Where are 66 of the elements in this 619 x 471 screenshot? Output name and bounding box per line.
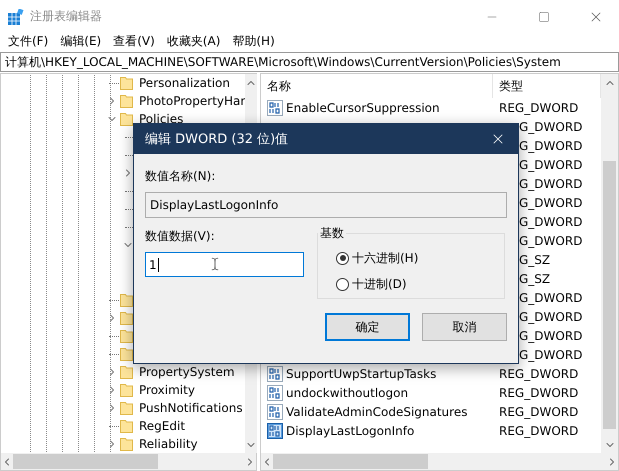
dialog-button[interactable]: 取消 xyxy=(422,313,507,341)
value-type: REG_DWORD xyxy=(499,424,578,438)
radio-label: 十六进制(H) xyxy=(352,250,418,266)
value-type: G_DWORD xyxy=(518,214,582,228)
value-type: G_DWORD xyxy=(518,348,582,362)
value-name[interactable]: DisplayLastLogonInfo xyxy=(286,424,414,438)
value-type: REG_DWORD xyxy=(499,366,578,380)
column-header[interactable]: 名称 xyxy=(261,74,493,98)
tree-item[interactable]: Proximity xyxy=(139,383,195,397)
value-type: REG_DWORD xyxy=(499,100,578,114)
value-type: G_DWORD xyxy=(518,158,582,172)
field-label: 数值名称(N): xyxy=(145,168,216,184)
menu-item[interactable]: 查看(V) xyxy=(107,33,161,50)
value-type: G_DWORD xyxy=(518,328,582,342)
tree-item[interactable]: Personalization xyxy=(139,76,230,90)
value-type: G_DWORD xyxy=(518,196,582,210)
folder-icon xyxy=(120,94,133,108)
value-name[interactable]: SupportUwpStartupTasks xyxy=(286,366,436,380)
scrollbar-thumb[interactable] xyxy=(273,454,428,469)
value-name-field[interactable]: DisplayLastLogonInfo xyxy=(145,192,507,218)
maximize-icon[interactable] xyxy=(538,10,550,22)
tree-item[interactable]: RegEdit xyxy=(139,419,186,433)
value-type: G_DWORD xyxy=(518,176,582,190)
tree-item[interactable]: PushNotifications xyxy=(139,401,243,415)
value-data-field[interactable]: 1 xyxy=(145,252,304,277)
radio-button[interactable] xyxy=(336,252,349,264)
value-type: REG_DWORD xyxy=(499,386,578,400)
scrollbar-thumb[interactable] xyxy=(13,454,158,469)
folder-icon xyxy=(120,419,133,433)
menu-item[interactable]: 文件(F) xyxy=(2,33,54,50)
menu-item[interactable]: 帮助(H) xyxy=(226,33,281,50)
folder-icon xyxy=(120,76,133,90)
folder-icon xyxy=(120,401,133,415)
tree-connector xyxy=(109,82,119,84)
value-type: G_SZ xyxy=(518,252,550,266)
value-name[interactable]: EnableCursorSuppression xyxy=(286,100,440,114)
folder-icon xyxy=(120,365,133,379)
value-name[interactable]: ValidateAdminCodeSignatures xyxy=(286,404,468,418)
menu-item[interactable]: 收藏夹(A) xyxy=(160,33,226,50)
value-type: G_DWORD xyxy=(518,120,582,134)
radio-option[interactable]: 十进制(D) xyxy=(336,274,504,294)
tree-item[interactable]: PhotoPropertyHar xyxy=(139,94,246,108)
app-icon xyxy=(8,8,24,24)
folder-icon xyxy=(120,112,133,126)
menu-item[interactable]: 编辑(E) xyxy=(54,33,108,50)
value-type: REG_DWORD xyxy=(499,404,578,418)
tree-item[interactable]: PropertySystem xyxy=(139,365,235,379)
tree-item[interactable]: Reliability xyxy=(139,437,198,451)
folder-icon xyxy=(120,383,133,397)
address-field[interactable]: 计算机\HKEY_LOCAL_MACHINE\SOFTWARE\Microsoft\Windows\CurrentVersion\Policies\System xyxy=(0,52,619,72)
value-type: G_SZ xyxy=(518,272,550,286)
value-type: G_DWORD xyxy=(518,310,582,324)
scrollbar-thumb[interactable] xyxy=(603,161,616,429)
radio-label: 十进制(D) xyxy=(352,276,407,292)
dialog-button[interactable]: 确定 xyxy=(325,313,410,341)
value-type: G_DWORD xyxy=(518,234,582,248)
folder-icon xyxy=(120,437,133,451)
radio-option[interactable]: 十六进制(H) xyxy=(336,248,504,268)
field-label: 数值数据(V): xyxy=(145,228,216,244)
value-type: G_DWORD xyxy=(518,138,582,152)
dialog-title: 编辑 DWORD (32 位)值 xyxy=(145,131,290,148)
value-type: G_DWORD xyxy=(518,290,582,304)
group-legend: 基数 xyxy=(318,225,346,242)
window-title: 注册表编辑器 xyxy=(30,8,103,25)
value-name[interactable]: undockwithoutlogon xyxy=(286,386,408,400)
radio-button[interactable] xyxy=(336,278,349,290)
